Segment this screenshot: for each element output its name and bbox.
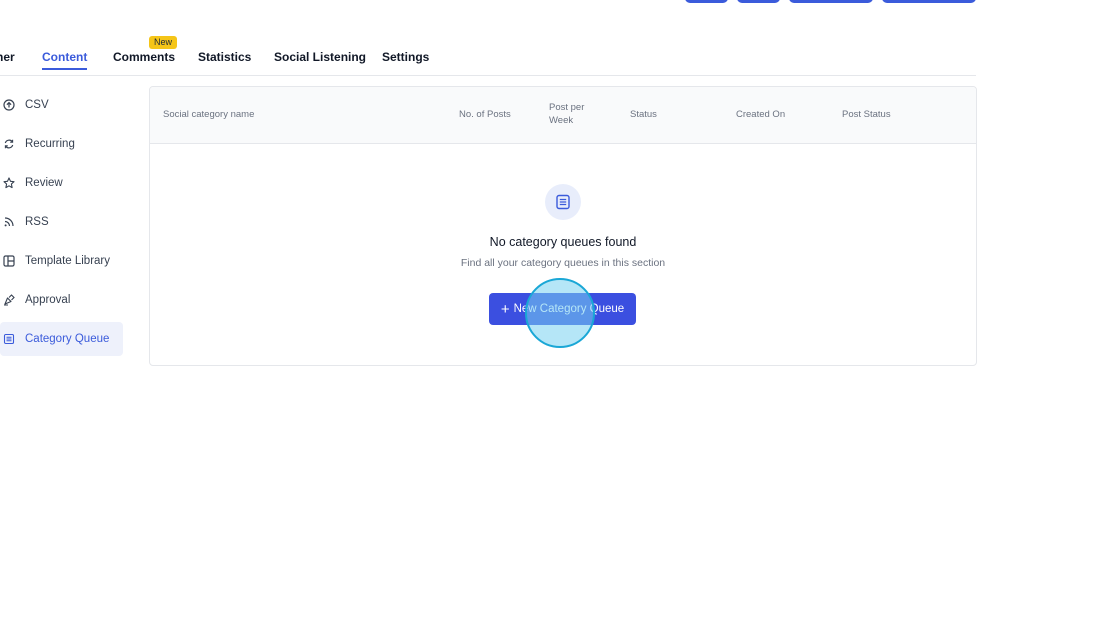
sidebar-item-csv[interactable]: CSV [0, 88, 123, 122]
tab-content[interactable]: Content [42, 50, 88, 70]
queue-list-icon [556, 194, 570, 210]
top-action-button-1[interactable] [685, 0, 728, 3]
new-category-queue-label: New Category Queue [513, 303, 625, 315]
column-header-post-per-week: Post per Week [549, 102, 585, 126]
sidebar-item-approval[interactable]: Approval [0, 283, 123, 317]
sidebar-item-rss[interactable]: RSS [0, 205, 123, 239]
tab-settings[interactable]: Settings [382, 50, 429, 64]
sidebar-item-label: Review [25, 177, 63, 189]
tab-social-listening[interactable]: Social Listening [274, 50, 366, 64]
sidebar-item-label: Template Library [25, 255, 111, 267]
new-category-queue-button[interactable]: + New Category Queue [489, 293, 636, 325]
top-action-button-4[interactable] [882, 0, 976, 3]
empty-state-title: No category queues found [489, 235, 637, 249]
upload-circle-icon [3, 99, 15, 111]
column-header-post-status: Post Status [842, 109, 891, 120]
new-badge: New [149, 36, 178, 49]
rss-icon [3, 216, 15, 228]
sidebar-item-label: RSS [25, 216, 49, 228]
sidebar-item-label: CSV [25, 99, 49, 111]
top-action-button-3[interactable] [789, 0, 873, 3]
table-header: Social category name No. of Posts Post p… [150, 87, 976, 144]
sidebar: CSV Recurring Review RSS Template Librar… [0, 88, 123, 361]
tab-statistics[interactable]: Statistics [198, 50, 251, 64]
sidebar-item-label: Category Queue [25, 333, 110, 345]
sidebar-item-template-library[interactable]: Template Library [0, 244, 123, 278]
column-header-status: Status [630, 109, 657, 120]
column-header-created-on: Created On [736, 109, 786, 120]
approval-icon [3, 294, 15, 306]
tab-planner[interactable]: ner [0, 50, 15, 64]
sidebar-item-recurring[interactable]: Recurring [0, 127, 123, 161]
star-icon [3, 177, 15, 189]
page: ner Content New Comments Statistics Soci… [0, 0, 1120, 626]
plus-icon: + [500, 300, 510, 318]
sidebar-item-review[interactable]: Review [0, 166, 123, 200]
template-icon [3, 255, 15, 267]
sidebar-item-label: Recurring [25, 138, 75, 150]
category-queue-table: Social category name No. of Posts Post p… [149, 86, 977, 366]
tab-comments[interactable]: Comments [113, 50, 175, 64]
refresh-icon [3, 138, 15, 150]
empty-state-subtitle: Find all your category queues in this se… [460, 257, 666, 269]
column-header-no-of-posts: No. of Posts [459, 109, 511, 120]
empty-state-icon [545, 184, 581, 220]
sidebar-item-category-queue[interactable]: Category Queue [0, 322, 123, 356]
column-header-social-category-name: Social category name [163, 109, 255, 120]
queue-list-icon [3, 333, 15, 345]
tab-bar: ner Content New Comments Statistics Soci… [0, 36, 976, 76]
top-action-button-2[interactable] [737, 0, 780, 3]
sidebar-item-label: Approval [25, 294, 71, 306]
